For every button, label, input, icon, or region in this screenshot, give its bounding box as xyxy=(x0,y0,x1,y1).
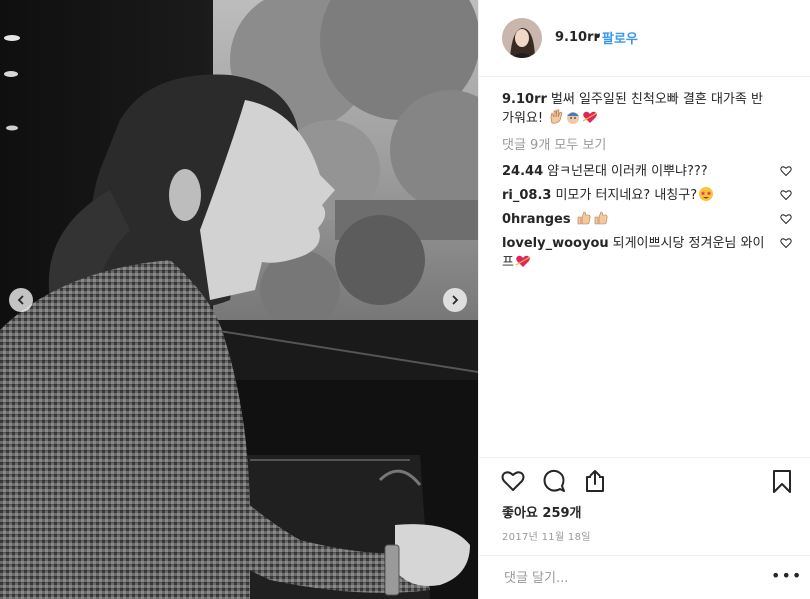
like-comment-heart-icon[interactable] xyxy=(780,213,792,225)
more-options-button[interactable]: ••• xyxy=(771,566,802,585)
post-caption: 9.10rr 벌써 일주일된 친척오빠 결혼 대가족 반가워요! xyxy=(502,90,772,128)
like-comment-heart-icon[interactable] xyxy=(780,165,792,177)
chevron-left-icon xyxy=(17,295,24,305)
comments-section: 9.10rr 벌써 일주일된 친척오빠 결혼 대가족 반가워요! 댓글 9개 모두… xyxy=(502,90,792,277)
comment-text: 미모가 터지네요? 내칭구? xyxy=(555,188,698,203)
comment-username[interactable]: ri_08.3 xyxy=(502,188,551,203)
post-photo[interactable] xyxy=(0,0,478,599)
post-actions: 좋아요 259개 2017년 11월 18일 ••• xyxy=(479,457,810,597)
person-emoji-icon xyxy=(567,112,580,124)
comment-row: 0hranges xyxy=(502,210,792,229)
comment-row: 24.44 얌ㅋ넌몬대 이러캐 이뿌냐??? xyxy=(502,162,792,181)
comment-text: 얌ㅋ넌몬대 이러캐 이뿌냐??? xyxy=(547,164,708,179)
view-all-comments-link[interactable]: 댓글 9개 모두 보기 xyxy=(502,134,792,153)
comment-icon[interactable] xyxy=(541,468,567,494)
bookmark-icon[interactable] xyxy=(769,468,795,494)
heart-emoji-icon xyxy=(515,255,531,267)
like-comment-heart-icon[interactable] xyxy=(780,189,792,201)
carousel-next-button[interactable] xyxy=(443,288,467,312)
share-icon[interactable] xyxy=(582,468,608,494)
add-comment-bar: ••• xyxy=(479,555,810,598)
comment-username[interactable]: lovely_wooyou xyxy=(502,236,609,251)
heart-icon[interactable] xyxy=(500,468,526,494)
thumbs-up-icon xyxy=(594,211,608,225)
comment-row: lovely_wooyou 되게이쁘시당 정겨운님 와이프 xyxy=(502,234,792,272)
post-side-panel: 9.10rr • 팔로우 9.10rr 벌써 일주일된 친척오빠 결혼 대가족 반… xyxy=(478,0,810,599)
post-date: 2017년 11월 18일 xyxy=(502,532,591,543)
like-comment-heart-icon[interactable] xyxy=(780,237,792,249)
chevron-right-icon xyxy=(452,295,459,305)
likes-count[interactable]: 좋아요 259개 xyxy=(502,502,582,521)
photo-scene xyxy=(0,0,478,599)
caption-username[interactable]: 9.10rr xyxy=(502,92,547,107)
thumbs-up-icon xyxy=(577,211,591,225)
carousel-prev-button[interactable] xyxy=(9,288,33,312)
follow-button[interactable]: 팔로우 xyxy=(602,28,638,47)
comment-username[interactable]: 24.44 xyxy=(502,164,543,179)
avatar[interactable] xyxy=(502,18,542,58)
post-header: 9.10rr • 팔로우 xyxy=(479,0,810,77)
star-eyes-emoji-icon xyxy=(699,187,714,201)
separator-dot: • xyxy=(594,30,602,45)
comment-username[interactable]: 0hranges xyxy=(502,212,571,227)
comment-row: ri_08.3 미모가 터지네요? 내칭구? xyxy=(502,186,792,205)
heart-emoji-icon xyxy=(582,111,598,123)
add-comment-input[interactable] xyxy=(502,567,756,589)
avatar-image xyxy=(502,18,542,58)
waving-hand-icon xyxy=(550,109,563,124)
